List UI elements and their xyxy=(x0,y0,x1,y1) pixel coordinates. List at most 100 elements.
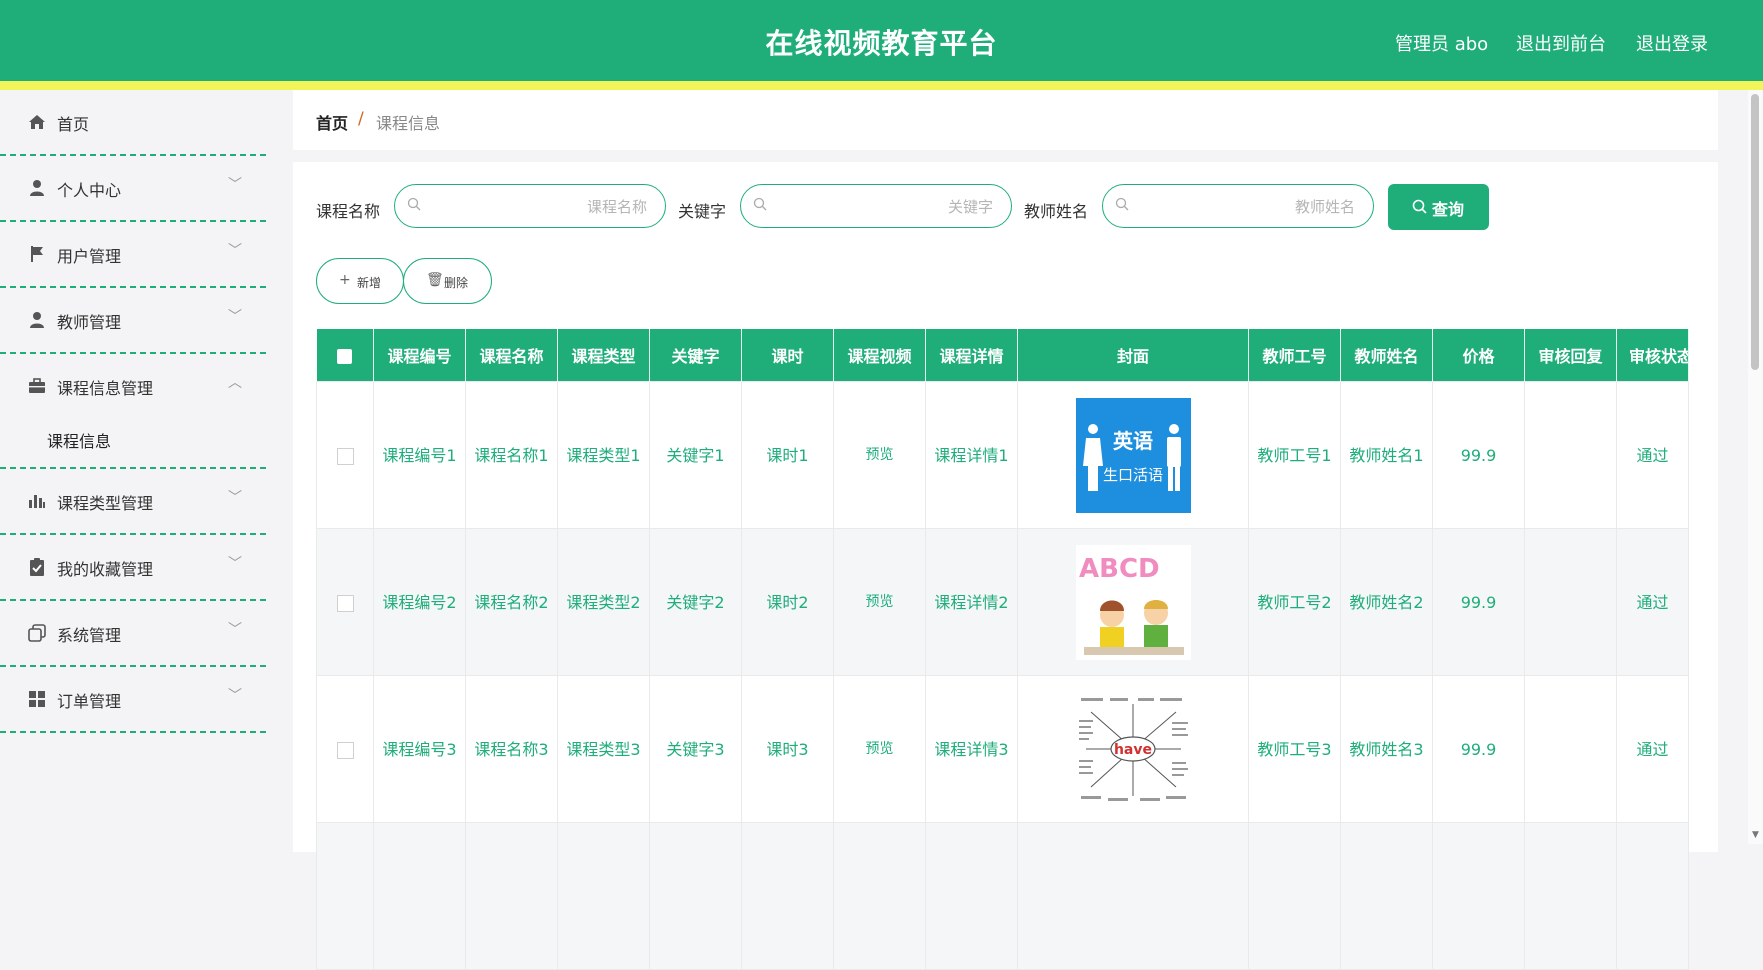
teacher-name-field[interactable] xyxy=(1102,184,1374,228)
logout-link[interactable]: 退出登录 xyxy=(1636,30,1708,56)
cell-cover xyxy=(1017,822,1249,970)
cell-code: 课程编号1 xyxy=(373,381,466,529)
cell-name: 课程名称1 xyxy=(465,381,558,529)
cell-reply xyxy=(1524,381,1617,529)
cell-status: 通过 xyxy=(1616,675,1689,823)
course-cover-image[interactable]: ABCD xyxy=(1075,544,1191,660)
sidebar-item-label: 我的收藏管理 xyxy=(57,560,154,579)
sidebar-item-order-management[interactable]: 订单管理 ﹀ xyxy=(0,667,266,733)
query-button[interactable]: 查询 xyxy=(1388,184,1489,230)
exit-to-front-link[interactable]: 退出到前台 xyxy=(1516,30,1606,56)
course-name-field[interactable] xyxy=(394,184,666,228)
search-icon xyxy=(753,197,767,211)
keyword-input[interactable] xyxy=(781,193,995,221)
row-checkbox[interactable] xyxy=(336,594,354,612)
column-header: 价格 xyxy=(1432,329,1525,382)
delete-button[interactable]: 🗑 删除 xyxy=(403,258,492,304)
cell-detail: 课程详情3 xyxy=(925,675,1018,823)
table-row xyxy=(316,822,1689,970)
sidebar-subitem-course-info[interactable]: 课程信息 xyxy=(0,407,266,469)
cell-detail: 课程详情1 xyxy=(925,381,1018,529)
cover-text: ABCD xyxy=(1079,554,1160,584)
copy-icon xyxy=(28,624,46,642)
cell-type: 课程类型2 xyxy=(557,528,650,676)
row-select-cell[interactable] xyxy=(316,528,374,676)
cell-hours: 课时1 xyxy=(741,381,834,529)
person-icon xyxy=(30,312,44,328)
admin-username: 管理员 abo xyxy=(1395,34,1489,55)
cover-text: 英语 xyxy=(1113,429,1153,453)
cell-status: 通过 xyxy=(1616,381,1689,529)
add-button-label: 新增 xyxy=(357,276,382,290)
course-panel: 课程名称 关键字 教师姓名 查询 + 新增 🗑 删除 xyxy=(293,162,1718,970)
cell-code: 课程编号3 xyxy=(373,675,466,823)
trash-icon: 🗑 xyxy=(426,272,444,288)
sidebar-item-my-favorites-management[interactable]: 我的收藏管理 ﹀ xyxy=(0,535,266,601)
clipboard-check-icon xyxy=(30,558,44,576)
header-accent-bar xyxy=(0,81,1763,90)
table-cell xyxy=(1340,822,1433,970)
add-button[interactable]: + 新增 xyxy=(316,258,404,304)
sidebar-item-user-management[interactable]: 用户管理 ﹀ xyxy=(0,222,266,288)
sidebar-item-system-management[interactable]: 系统管理 ﹀ xyxy=(0,601,266,667)
chevron-down-icon: ﹀ xyxy=(228,556,242,572)
search-icon xyxy=(407,197,421,211)
table-cell xyxy=(1248,822,1341,970)
scrollbar-thumb[interactable] xyxy=(1751,94,1759,370)
sidebar-item-label: 课程类型管理 xyxy=(57,494,154,513)
course-cover-image[interactable]: 英语 生口活语 xyxy=(1075,397,1191,513)
keyword-field[interactable] xyxy=(740,184,1012,228)
breadcrumb-home[interactable]: 首页 xyxy=(316,110,348,134)
course-name-label: 课程名称 xyxy=(316,202,381,221)
row-checkbox[interactable] xyxy=(336,741,354,759)
chevron-up-icon: ︿ xyxy=(228,375,242,391)
select-all-checkbox[interactable] xyxy=(337,348,353,364)
table-cell xyxy=(741,822,834,970)
breadcrumb-separator: / xyxy=(358,109,364,129)
row-select-cell[interactable] xyxy=(316,822,374,970)
teacher-name-input[interactable] xyxy=(1143,193,1357,221)
cell-hours: 课时3 xyxy=(741,675,834,823)
cell-reply xyxy=(1524,528,1617,676)
column-header: 审核回复 xyxy=(1524,329,1617,382)
vertical-scrollbar[interactable]: ▼ xyxy=(1748,90,1763,844)
video-preview-link[interactable]: 预览 xyxy=(833,675,926,823)
video-preview-link[interactable]: 预览 xyxy=(833,528,926,676)
cell-name: 课程名称3 xyxy=(465,675,558,823)
chevron-down-icon: ﹀ xyxy=(228,309,242,325)
row-checkbox[interactable] xyxy=(336,447,354,465)
breadcrumb-current: 课程信息 xyxy=(376,114,441,133)
cover-text: 生口活语 xyxy=(1102,466,1162,484)
column-header: 课时 xyxy=(741,329,834,382)
row-select-cell[interactable] xyxy=(316,675,374,823)
table-cell xyxy=(373,822,466,970)
table-cell xyxy=(925,822,1018,970)
sidebar-item-label: 课程信息管理 xyxy=(57,379,154,398)
plus-icon: + xyxy=(339,272,351,288)
cell-teacher-no: 教师工号1 xyxy=(1248,381,1341,529)
sidebar-item-course-type-management[interactable]: 课程类型管理 ﹀ xyxy=(0,469,266,535)
cell-teacher-name: 教师姓名3 xyxy=(1340,675,1433,823)
cell-keyword: 关键字1 xyxy=(649,381,742,529)
table-row: 课程编号1 课程名称1 课程类型1 关键字1 课时1 预览 课程详情1 英语 生… xyxy=(316,381,1689,529)
scroll-down-arrow-icon[interactable]: ▼ xyxy=(1752,830,1759,840)
delete-button-label: 删除 xyxy=(444,276,469,290)
cell-type: 课程类型3 xyxy=(557,675,650,823)
sidebar-item-home[interactable]: 首页 xyxy=(0,90,266,156)
sidebar-item-personal-center[interactable]: 个人中心 ﹀ xyxy=(0,156,266,222)
column-header: 教师姓名 xyxy=(1340,329,1433,382)
row-select-cell[interactable] xyxy=(316,381,374,529)
sidebar-item-teacher-management[interactable]: 教师管理 ﹀ xyxy=(0,288,266,354)
column-header: 审核状态 xyxy=(1616,329,1689,382)
cell-teacher-name: 教师姓名1 xyxy=(1340,381,1433,529)
select-all-cell[interactable] xyxy=(316,329,374,382)
course-cover-image[interactable]: have xyxy=(1075,691,1191,807)
video-preview-link[interactable]: 预览 xyxy=(833,381,926,529)
course-name-input[interactable] xyxy=(435,193,649,221)
breadcrumb: 首页 / 课程信息 xyxy=(293,90,1718,150)
top-header: 在线视频教育平台 管理员 abo 退出到前台 退出登录 xyxy=(0,0,1763,90)
table-row: 课程编号2 课程名称2 课程类型2 关键字2 课时2 预览 课程详情2 ABCD xyxy=(316,528,1689,676)
cell-cover: 英语 生口活语 xyxy=(1017,381,1249,529)
column-header: 课程编号 xyxy=(373,329,466,382)
cell-keyword: 关键字2 xyxy=(649,528,742,676)
